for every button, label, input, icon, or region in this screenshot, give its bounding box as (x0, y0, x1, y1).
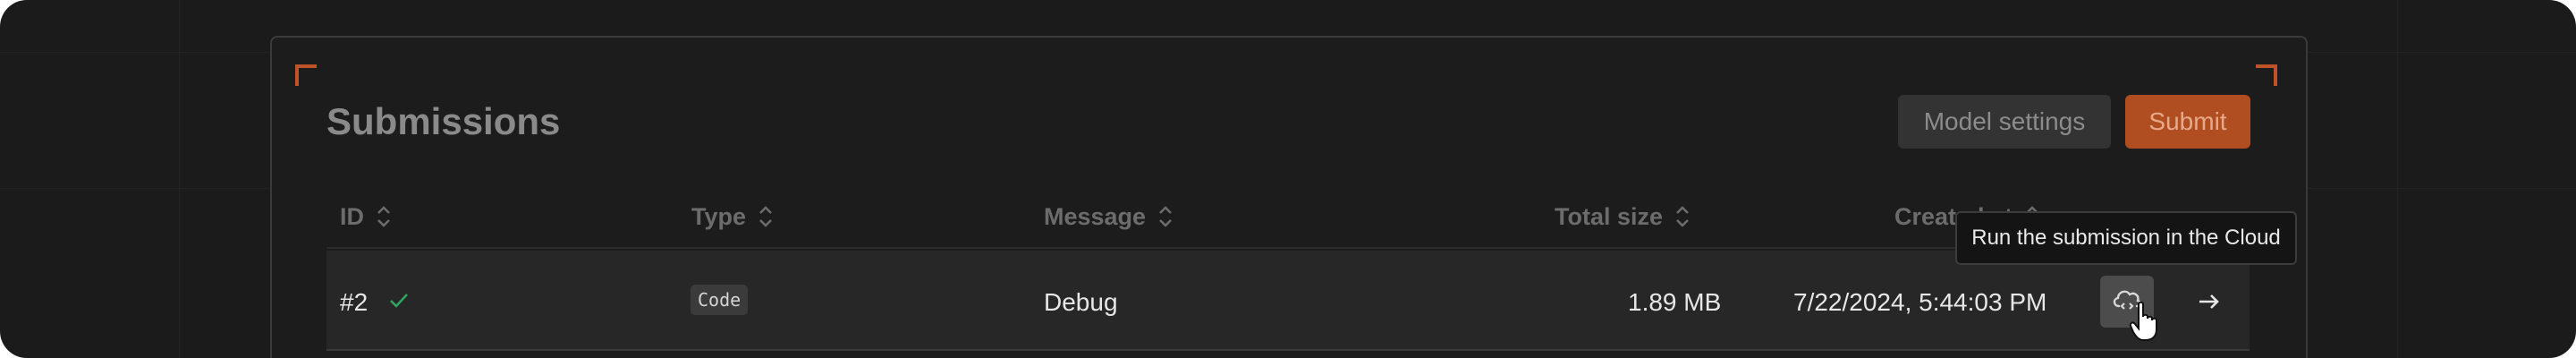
background-grid-line (2397, 0, 2398, 358)
column-header-label: Type (691, 202, 747, 230)
row-id: #2 (340, 288, 369, 316)
corner-accent-top-left (295, 64, 317, 86)
sort-icon[interactable] (1674, 203, 1691, 230)
hand-pointer-icon (2129, 301, 2161, 342)
column-header-label: Total size (1555, 202, 1664, 230)
open-submission-button[interactable] (2191, 285, 2227, 320)
background-grid-line (179, 0, 180, 358)
column-header-label: ID (340, 202, 364, 230)
type-badge: Code (691, 285, 749, 315)
sort-icon[interactable] (757, 203, 775, 230)
submit-button[interactable]: Submit (2125, 95, 2250, 149)
row-total-size: 1.89 MB (1628, 288, 1722, 316)
sort-icon[interactable] (375, 203, 393, 230)
row-message: Debug (1044, 288, 1118, 316)
column-header-type[interactable]: Type (691, 200, 775, 233)
arrow-right-icon (2198, 287, 2221, 318)
check-icon (388, 286, 410, 320)
row-created-at: 7/22/2024, 5:44:03 PM (1793, 288, 2047, 316)
tooltip: Run the submission in the Cloud (1955, 211, 2297, 265)
page-title: Submissions (326, 100, 561, 142)
model-settings-button[interactable]: Model settings (1898, 95, 2111, 149)
column-header-total-size[interactable]: Total size (1555, 200, 1691, 233)
corner-accent-top-right (2256, 64, 2277, 86)
app-frame: Submissions Model settings Submit ID Typ… (0, 0, 2576, 358)
column-header-message[interactable]: Message (1044, 200, 1174, 233)
column-header-id[interactable]: ID (340, 200, 393, 233)
column-header-label: Message (1044, 202, 1147, 230)
sort-icon[interactable] (1157, 203, 1174, 230)
